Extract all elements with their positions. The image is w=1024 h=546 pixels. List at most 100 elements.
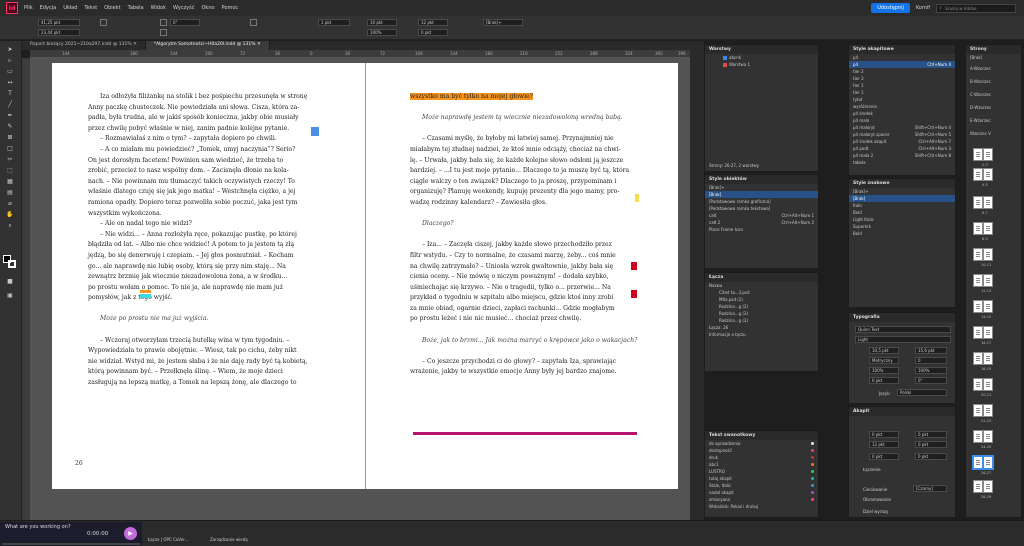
- right-page-text-frame[interactable]: wszystko ma być tylko na mojej głowie? M…: [410, 92, 638, 378]
- rectangle-tool-icon[interactable]: □: [4, 144, 16, 153]
- paragraph-style-row[interactable]: p4 małoryt spacer Shift+Ctrl+Num 5: [849, 131, 955, 138]
- char-style-row[interactable]: Bold: [849, 209, 955, 216]
- paragraph-style-row[interactable]: tier 1: [849, 82, 955, 89]
- page-thumbnail[interactable]: [973, 480, 983, 493]
- object-style-row[interactable]: [Podstawowa ramka graficzna]: [705, 198, 818, 205]
- page-tool-icon[interactable]: ▭: [4, 67, 16, 76]
- page-thumbnail[interactable]: [973, 168, 983, 181]
- pencil-tool-icon[interactable]: ✎: [4, 122, 16, 131]
- tracking-field[interactable]: 0: [915, 357, 947, 364]
- status-profile[interactable]: Łącze | OPC CoVer...: [148, 537, 188, 542]
- gap-tool-icon[interactable]: ↔: [4, 78, 16, 87]
- hyphenate-checkbox[interactable]: Dziel wyrazy: [863, 509, 888, 514]
- page-thumbnail[interactable]: [983, 248, 993, 261]
- link-info[interactable]: Informacje o łączu: [705, 331, 818, 338]
- condition-row[interactable]: druk: [705, 454, 818, 461]
- condition-row[interactable]: zmiaryana: [705, 496, 818, 503]
- page-thumbnail[interactable]: [983, 274, 993, 287]
- pages-title[interactable]: Strony: [966, 45, 1021, 54]
- paragraph-style-row[interactable]: tier 1: [849, 89, 955, 96]
- paragraph-style-row[interactable]: p4: [849, 54, 955, 61]
- master-d[interactable]: D-Wzorzec: [966, 104, 1021, 111]
- paragraph-style-row[interactable]: tier 3: [849, 75, 955, 82]
- hand-tool-icon[interactable]: ✋: [4, 210, 16, 219]
- border-label[interactable]: Obramowanie: [863, 497, 891, 502]
- paragraph-style-row[interactable]: tier 2: [849, 68, 955, 75]
- scissors-tool-icon[interactable]: ✂: [4, 155, 16, 164]
- layer-row[interactable]: Warstwa 1: [705, 61, 818, 68]
- horizontal-ruler[interactable]: 144 180 144 100 72 36 0 36 72 108 144 18…: [30, 50, 690, 58]
- font-style-select[interactable]: Light: [855, 336, 951, 343]
- stroke-weight-field[interactable]: 1 pkt: [318, 19, 350, 26]
- page-thumbnail[interactable]: [973, 352, 983, 365]
- menu-edit[interactable]: Edycja: [40, 5, 57, 11]
- page-thumbnail[interactable]: [983, 300, 993, 313]
- object-style-row[interactable]: całt Ctrl+Alt+Num 1: [705, 212, 818, 219]
- angle-field[interactable]: 0°: [170, 19, 200, 26]
- right-indent-field[interactable]: 0 pkt: [915, 431, 947, 438]
- menu-file[interactable]: Plik: [24, 5, 33, 11]
- menu-help[interactable]: Pomoc: [222, 5, 239, 11]
- video-progress[interactable]: [2, 543, 140, 545]
- note-tool-icon[interactable]: ▤: [4, 188, 16, 197]
- char-style-row[interactable]: Light Italic: [849, 216, 955, 223]
- paragraph-style-row[interactable]: p4 Ctrl+Num 4: [849, 61, 955, 68]
- corner-field[interactable]: 10 pkt: [367, 19, 397, 26]
- object-styles-title[interactable]: Style obiektów: [705, 175, 818, 184]
- menu-window[interactable]: Okno: [201, 5, 214, 11]
- character-styles-title[interactable]: Style znakowe: [849, 179, 955, 188]
- page-thumbnail[interactable]: [983, 480, 993, 493]
- shear-icon[interactable]: [160, 29, 167, 36]
- indicator-row[interactable]: Wskaźnik: Pokaż i drukuj: [705, 503, 818, 510]
- object-style-row[interactable]: całt 2 Ctrl+Alt+Num 2: [705, 219, 818, 226]
- paragraph-styles-title[interactable]: Style akapitowe: [849, 45, 955, 54]
- tab-document-2[interactable]: *Algorytm Samotności~H0a20l.indd @ 131% …: [145, 41, 270, 50]
- condition-row[interactable]: LUSTRO: [705, 468, 818, 475]
- master-b[interactable]: B-Wzorzec: [966, 78, 1021, 85]
- font-size-field[interactable]: 10,5 pkt: [869, 347, 899, 354]
- space-after-field[interactable]: 0 pkt: [915, 453, 947, 460]
- page-thumbnail[interactable]: [973, 378, 983, 391]
- char-style-row[interactable]: Italic: [849, 202, 955, 209]
- skew-field[interactable]: 0°: [915, 377, 947, 384]
- y-field[interactable]: 23,44 pkt: [38, 29, 80, 36]
- font-family-select[interactable]: Quinn Text: [855, 326, 951, 333]
- page-thumbnail[interactable]: [973, 430, 983, 443]
- page-thumbnail[interactable]: [983, 148, 993, 161]
- apply-color-icon[interactable]: ■: [4, 277, 16, 286]
- page-thumbnail[interactable]: [973, 222, 983, 235]
- condition-row[interactable]: nadal akapit: [705, 489, 818, 496]
- opacity-field[interactable]: 100%: [367, 29, 397, 36]
- condition-row[interactable]: do sprawdzenia: [705, 440, 818, 447]
- object-style-row[interactable]: [Brak]: [705, 191, 818, 198]
- eyedropper-tool-icon[interactable]: ⌀: [4, 199, 16, 208]
- horizontal-scale-field[interactable]: 100%: [915, 367, 947, 374]
- object-style-row[interactable]: Place Frame Icon: [705, 226, 818, 233]
- zoom-tool-icon[interactable]: ⌕: [4, 221, 16, 230]
- char-style-row[interactable]: [Brak]: [849, 195, 955, 202]
- shading-label[interactable]: Cieniowanie: [863, 487, 887, 492]
- char-style-row[interactable]: Superkrk: [849, 223, 955, 230]
- shading-color[interactable]: [Czarny]: [913, 485, 947, 492]
- character-panel-title[interactable]: Typografia: [849, 313, 955, 322]
- page-thumbnail[interactable]: [983, 352, 993, 365]
- page-thumbnail[interactable]: [973, 248, 983, 261]
- selection-tool-icon[interactable]: ➤: [4, 45, 16, 54]
- play-button[interactable]: ▶: [124, 527, 137, 540]
- link-row[interactable]: Cited ta...3.psd: [705, 289, 818, 296]
- char-style-row[interactable]: Bold: [849, 230, 955, 237]
- stroke-swatch-icon[interactable]: [8, 260, 16, 268]
- page-thumbnail[interactable]: [983, 430, 993, 443]
- last-line-indent-field[interactable]: 0 pkt: [915, 441, 947, 448]
- rectangle-frame-tool-icon[interactable]: ⊠: [4, 133, 16, 142]
- page-thumbnail[interactable]: [973, 326, 983, 339]
- condition-row[interactable]: abc1: [705, 461, 818, 468]
- workspace-switcher[interactable]: Komif: [916, 5, 930, 11]
- link-row[interactable]: Rodzina...g (2): [705, 310, 818, 317]
- menu-clear[interactable]: Wyczyść: [173, 5, 195, 11]
- menu-type[interactable]: Tekst: [84, 5, 97, 11]
- rotate-icon[interactable]: [160, 19, 167, 26]
- kerning-field[interactable]: Metryczny: [869, 357, 899, 364]
- paragraph-panel-title[interactable]: Akapit: [849, 407, 955, 416]
- first-line-indent-field[interactable]: 12 pkt: [869, 441, 899, 448]
